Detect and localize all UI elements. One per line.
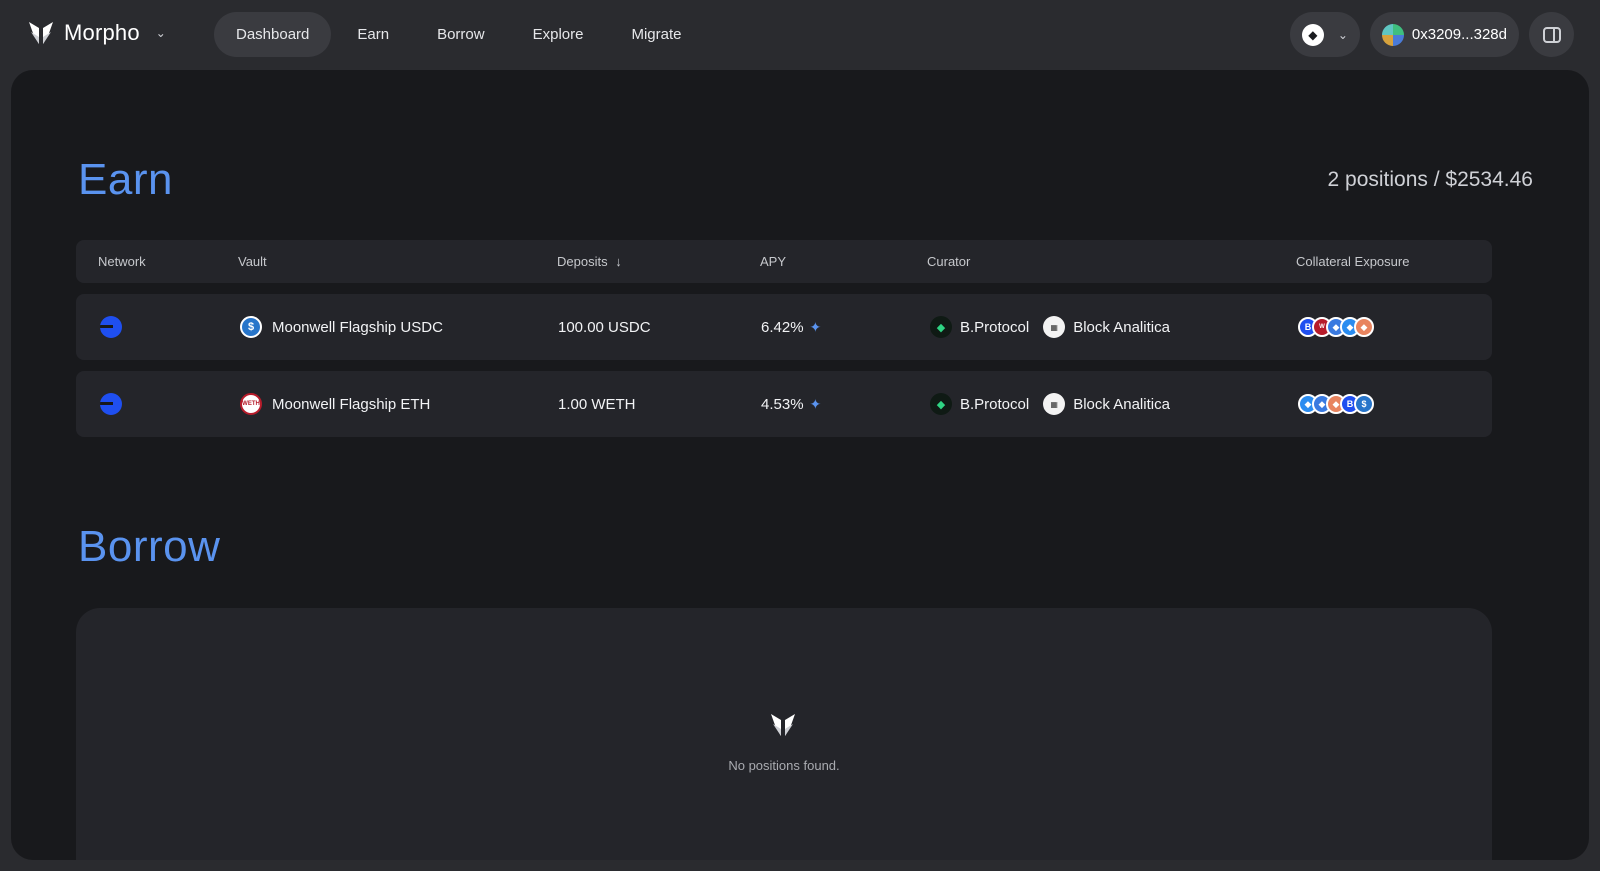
curator-name[interactable]: B.Protocol [960,396,1029,413]
block-analitica-icon: ▦ [1043,316,1066,338]
borrow-section-title: Borrow [78,522,221,571]
vault-cell: $ Moonwell Flagship USDC [240,294,443,360]
earn-summary: 2 positions / $2534.46 [1327,168,1534,191]
borrow-empty-state: No positions found. [76,608,1492,860]
b-protocol-icon: ◆ [930,316,952,338]
header-controls: ◆ ⌄ 0x3209...328d [1289,12,1574,57]
col-vault: Vault [238,254,267,269]
network-selector[interactable]: ◆ ⌄ [1289,12,1360,57]
main-nav: Dashboard Earn Borrow Explore Migrate [214,12,707,57]
col-curator: Curator [927,254,971,269]
table-row[interactable]: WETH Moonwell Flagship ETH 1.00 WETH 4.5… [76,371,1492,437]
morpho-logo-icon [771,714,795,736]
vault-name: Moonwell Flagship ETH [272,395,431,413]
panel-icon [1542,26,1561,43]
weth-icon: WETH [240,393,262,415]
sidebar-toggle-button[interactable] [1529,12,1574,57]
wallet-address: 0x3209...328d [1411,26,1507,43]
collateral-icon-stack: ◆ ◆ ◆ B $ [1298,394,1374,414]
table-row[interactable]: $ Moonwell Flagship USDC 100.00 USDC 6.4… [76,294,1492,360]
apy-cell: 4.53% ✦ [761,371,821,437]
brand-name: Morpho [64,20,140,45]
col-deposits-label: Deposits [557,254,608,269]
sort-arrow-down-icon: ↓ [615,254,622,269]
apy-value: 6.42% [761,318,804,336]
earn-section-title: Earn [78,155,173,204]
reth-icon: ◆ [1354,317,1374,337]
b-protocol-icon: ◆ [930,393,952,415]
nav-dashboard[interactable]: Dashboard [214,12,332,57]
collateral-exposure-cell[interactable]: ◆ ◆ ◆ B $ [1298,371,1374,437]
top-nav-bar: Morpho ⌄ Dashboard Earn Borrow Explore M… [0,0,1600,70]
chevron-down-icon: ⌄ [1337,27,1348,42]
dashboard-main: Earn 2 positions / $2534.46 Network Vaul… [11,70,1589,860]
apy-cell: 6.42% ✦ [761,294,821,360]
collateral-exposure-cell[interactable]: B W ◆ ◆ ◆ [1298,294,1374,360]
curator-name[interactable]: B.Protocol [960,319,1029,336]
ethereum-icon: ◆ [1301,23,1324,46]
block-analitica-icon: ▦ [1043,393,1066,415]
nav-migrate[interactable]: Migrate [609,12,703,57]
col-apy: APY [760,254,787,269]
brand-menu[interactable]: Morpho ⌄ [28,20,166,46]
network-cell [100,371,122,437]
curator-name[interactable]: Block Analitica [1073,319,1170,336]
deposits-cell: 100.00 USDC [558,318,651,336]
morpho-logo-icon [29,22,53,44]
nav-borrow[interactable]: Borrow [415,12,507,57]
usdc-icon: $ [240,316,262,338]
network-cell [100,294,122,360]
nav-explore[interactable]: Explore [511,12,606,57]
rewards-sparkle-icon[interactable]: ✦ [810,396,822,413]
curator-name[interactable]: Block Analitica [1073,396,1170,413]
usdc-icon: $ [1354,394,1374,414]
nav-earn[interactable]: Earn [335,12,411,57]
col-collateral-exposure: Collateral Exposure [1296,254,1410,269]
curator-cell: ◆ B.Protocol ▦ Block Analitica [930,371,1176,437]
curator-cell: ◆ B.Protocol ▦ Block Analitica [930,294,1176,360]
col-deposits[interactable]: Deposits ↓ [557,254,622,269]
empty-state-text: No positions found. [728,758,840,773]
rewards-sparkle-icon[interactable]: ✦ [810,319,822,336]
vault-name: Moonwell Flagship USDC [272,318,443,336]
col-network: Network [98,254,146,269]
wallet-button[interactable]: 0x3209...328d [1369,12,1519,57]
apy-value: 4.53% [761,395,804,413]
vault-cell: WETH Moonwell Flagship ETH [240,371,430,437]
base-network-icon [100,316,122,338]
collateral-icon-stack: B W ◆ ◆ ◆ [1298,317,1374,337]
base-network-icon [100,393,122,415]
chevron-down-icon: ⌄ [155,26,166,40]
wallet-avatar [1381,23,1404,46]
deposits-cell: 1.00 WETH [558,395,636,413]
earn-table-header: Network Vault Deposits ↓ APY Curator Col… [76,240,1492,283]
